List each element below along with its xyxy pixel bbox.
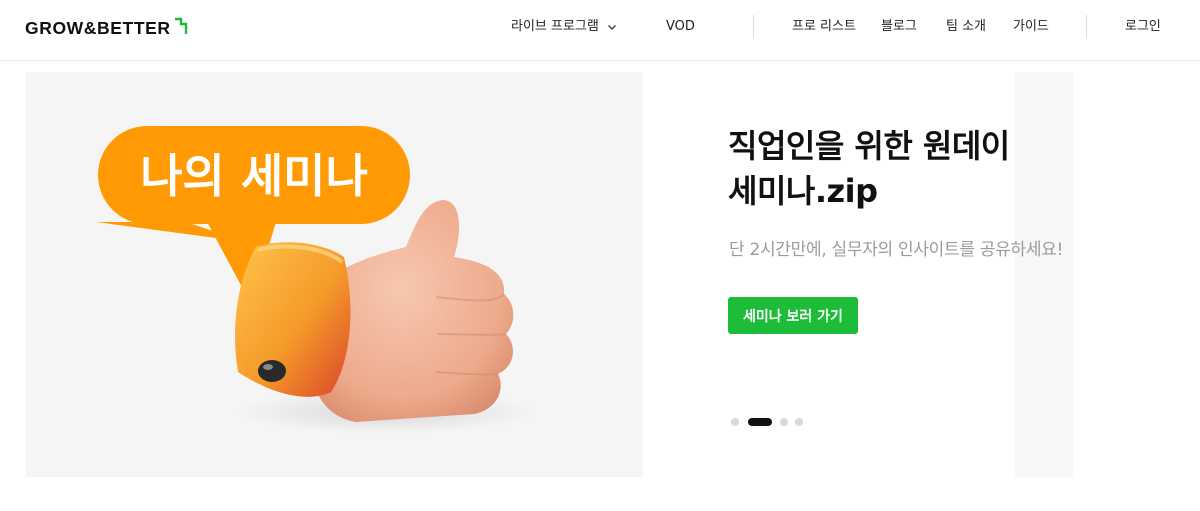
top-header: GROW&BETTER 라이브 프로그램 VOD 프로 리스트 블로그 팀 소개… (0, 0, 1200, 61)
carousel-indicators (731, 417, 810, 426)
thumbs-up-illustration: 나의 세미나 (82, 126, 536, 434)
login-link[interactable]: 로그인 (1125, 18, 1161, 36)
logo[interactable]: GROW&BETTER (25, 17, 188, 39)
nav-guide[interactable]: 가이드 (1013, 18, 1049, 36)
nav-vod[interactable]: VOD (666, 18, 695, 36)
nav-live-program-label: 라이브 프로그램 (511, 19, 599, 34)
nav-pro-list[interactable]: 프로 리스트 (792, 18, 856, 36)
carousel-dot-1[interactable] (731, 417, 739, 426)
nav-team[interactable]: 팀 소개 (946, 18, 986, 36)
nav-divider (753, 15, 754, 39)
hero-title: 직업인을 위한 원데이 세미나.zip (728, 124, 1088, 214)
carousel-dot-3[interactable] (780, 417, 788, 426)
hero-image: 나의 세미나 (26, 72, 643, 477)
carousel-dot-2-active[interactable] (748, 417, 772, 426)
logo-text: GROW&BETTER (25, 17, 171, 38)
hero-title-line-2: 세미나.zip (728, 172, 878, 210)
chevron-down-icon (607, 25, 616, 30)
logo-corner-icon (174, 17, 187, 34)
hero-title-line-1: 직업인을 위한 원데이 (728, 127, 1010, 165)
nav-divider (1086, 15, 1087, 39)
view-seminars-button[interactable]: 세미나 보러 가기 (728, 297, 858, 334)
bubble-text: 나의 세미나 (140, 149, 368, 203)
carousel-dot-4[interactable] (795, 417, 803, 426)
nav-live-program[interactable]: 라이브 프로그램 (511, 18, 617, 36)
nav-blog[interactable]: 블로그 (881, 18, 917, 36)
hero-subtitle: 단 2시간만에, 실무자의 인사이트를 공유하세요! (729, 240, 1064, 260)
